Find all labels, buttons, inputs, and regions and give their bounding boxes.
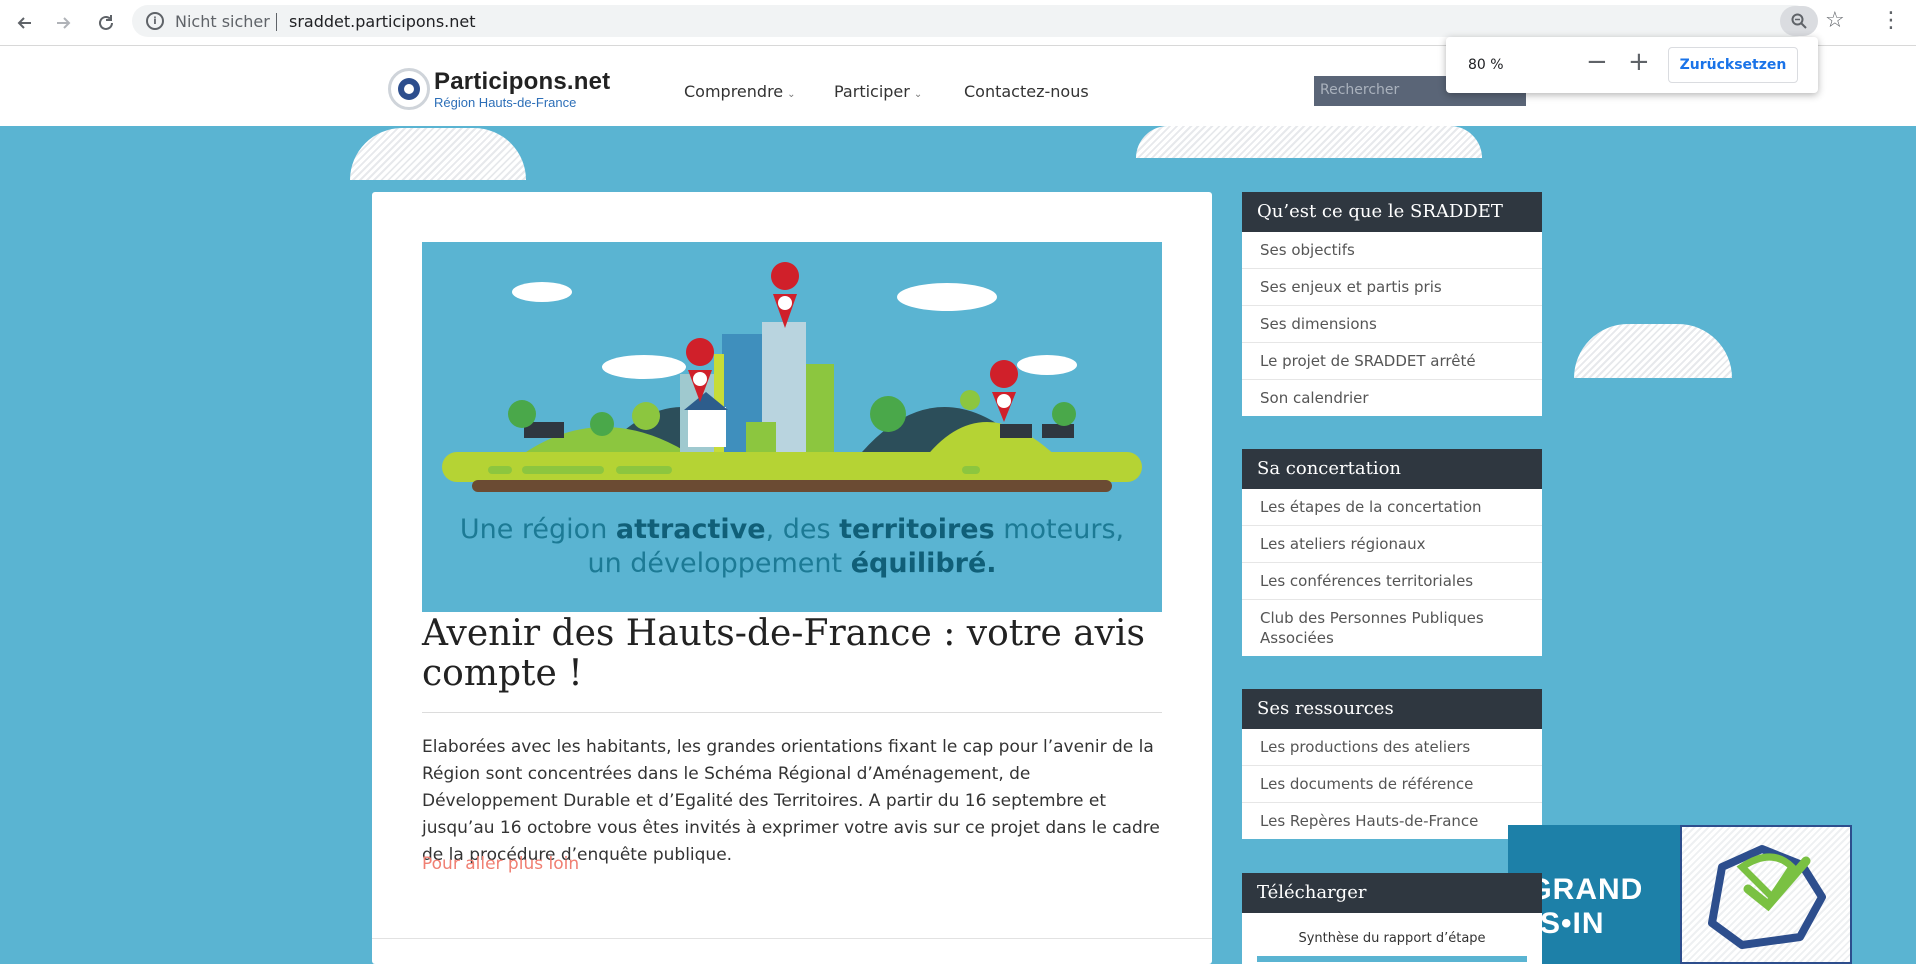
- article-body: Elaborées avec les habitants, les grande…: [422, 737, 1160, 865]
- sidebar-link[interactable]: Les étapes de la concertation: [1242, 489, 1542, 526]
- logo-icon[interactable]: [388, 68, 430, 110]
- hero-text: , des: [765, 514, 840, 545]
- france-check-icon: [1708, 845, 1826, 949]
- sidebar-link[interactable]: Son calendrier: [1242, 380, 1542, 416]
- hero-text-bold: équilibré.: [850, 548, 997, 579]
- chevron-down-icon: ⌄: [787, 89, 796, 100]
- hero-text: moteurs,: [994, 514, 1125, 545]
- sidebar-link[interactable]: Ses dimensions: [1242, 306, 1542, 343]
- hero-text-bold: attractive: [615, 514, 766, 545]
- sidebar-link[interactable]: Les conférences territoriales: [1242, 563, 1542, 600]
- reload-icon[interactable]: [92, 9, 120, 37]
- zoom-reset-button[interactable]: Zurücksetzen: [1668, 47, 1798, 83]
- sidebar-link[interactable]: Les ateliers régionaux: [1242, 526, 1542, 563]
- city-illustration: [442, 262, 1142, 492]
- browser-menu-icon[interactable]: ⋮: [1880, 8, 1902, 33]
- article-card: Une région attractive, des territoires m…: [372, 192, 1212, 964]
- widget-title: Ses ressources: [1242, 689, 1542, 729]
- nav-item-comprendre[interactable]: Comprendre ⌄: [684, 82, 796, 101]
- info-icon[interactable]: i: [146, 12, 164, 30]
- cloud-decoration: [1136, 126, 1482, 158]
- widget-telecharger: Télécharger Synthèse du rapport d’étape: [1242, 873, 1542, 964]
- read-more-link[interactable]: Pour aller plus loin: [422, 854, 579, 874]
- sidebar-link[interactable]: Ses objectifs: [1242, 232, 1542, 269]
- zoom-level: 80 %: [1468, 57, 1504, 73]
- chevron-down-icon: ⌄: [913, 89, 923, 100]
- article-title[interactable]: Avenir des Hauts-de-France : votre avis …: [422, 614, 1162, 694]
- address-bar[interactable]: i Nicht sicher sraddet.participons.net: [132, 5, 1810, 37]
- widget-ressources: Ses ressources Les productions des ateli…: [1242, 689, 1542, 839]
- widget-sraddet: Qu’est ce que le SRADDET Ses objectifs S…: [1242, 192, 1542, 416]
- widget-concertation: Sa concertation Les étapes de la concert…: [1242, 449, 1542, 656]
- sidebar-link[interactable]: Les documents de référence: [1242, 766, 1542, 803]
- hero-text: un développement: [587, 548, 851, 579]
- cloud-decoration: [350, 128, 526, 180]
- zoom-in-button[interactable]: +: [1628, 47, 1650, 77]
- nav-label: Comprendre: [684, 82, 784, 101]
- hero-text-bold: territoires: [839, 514, 995, 545]
- nav-item-contact[interactable]: Contactez-nous: [964, 82, 1089, 101]
- security-label[interactable]: Nicht sicher: [175, 12, 270, 31]
- sidebar-link[interactable]: Club des Personnes Publiques Associées: [1242, 600, 1542, 656]
- title-divider: [422, 712, 1162, 713]
- widget-title: Sa concertation: [1242, 449, 1542, 489]
- zoom-magnifier-icon[interactable]: [1780, 6, 1818, 36]
- sidebar-link[interactable]: Le projet de SRADDET arrêté: [1242, 343, 1542, 380]
- card-divider: [372, 938, 1212, 939]
- bookmark-star-icon[interactable]: ☆: [1825, 8, 1845, 33]
- back-arrow-icon[interactable]: [10, 9, 38, 37]
- sidebar-link[interactable]: Ses enjeux et partis pris: [1242, 269, 1542, 306]
- grand-dessein-banner[interactable]: E GRAND ESS•IN: [1508, 825, 1852, 964]
- hero-tagline-line2: un développement équilibré.: [422, 548, 1162, 579]
- omnibox-separator: [276, 13, 277, 31]
- nav-label: Contactez-nous: [964, 82, 1089, 101]
- hero-tagline-line1: Une région attractive, des territoires m…: [422, 514, 1162, 545]
- widget-title: Télécharger: [1242, 873, 1542, 913]
- sidebar-link[interactable]: Les productions des ateliers: [1242, 729, 1542, 766]
- nav-label: Participer: [834, 82, 910, 101]
- forward-arrow-icon[interactable]: [50, 9, 78, 37]
- cloud-decoration: [1574, 324, 1732, 378]
- zoom-popup: 80 % − + Zurücksetzen: [1446, 37, 1818, 93]
- france-map-logo: [1680, 825, 1852, 964]
- logo-name[interactable]: Participons.net: [434, 68, 610, 96]
- hero-image[interactable]: Une région attractive, des territoires m…: [422, 242, 1162, 612]
- download-button-bar[interactable]: [1257, 956, 1527, 962]
- hero-text: Une région: [459, 514, 616, 545]
- sidebar-link[interactable]: Les Repères Hauts-de-France: [1242, 803, 1542, 839]
- nav-item-participer[interactable]: Participer ⌄: [834, 82, 922, 101]
- logo-subtitle: Région Hauts-de-France: [434, 95, 577, 110]
- zoom-out-button[interactable]: −: [1586, 47, 1608, 77]
- widget-title: Qu’est ce que le SRADDET: [1242, 192, 1542, 232]
- url-text[interactable]: sraddet.participons.net: [289, 12, 476, 31]
- download-link[interactable]: Synthèse du rapport d’étape: [1242, 913, 1542, 956]
